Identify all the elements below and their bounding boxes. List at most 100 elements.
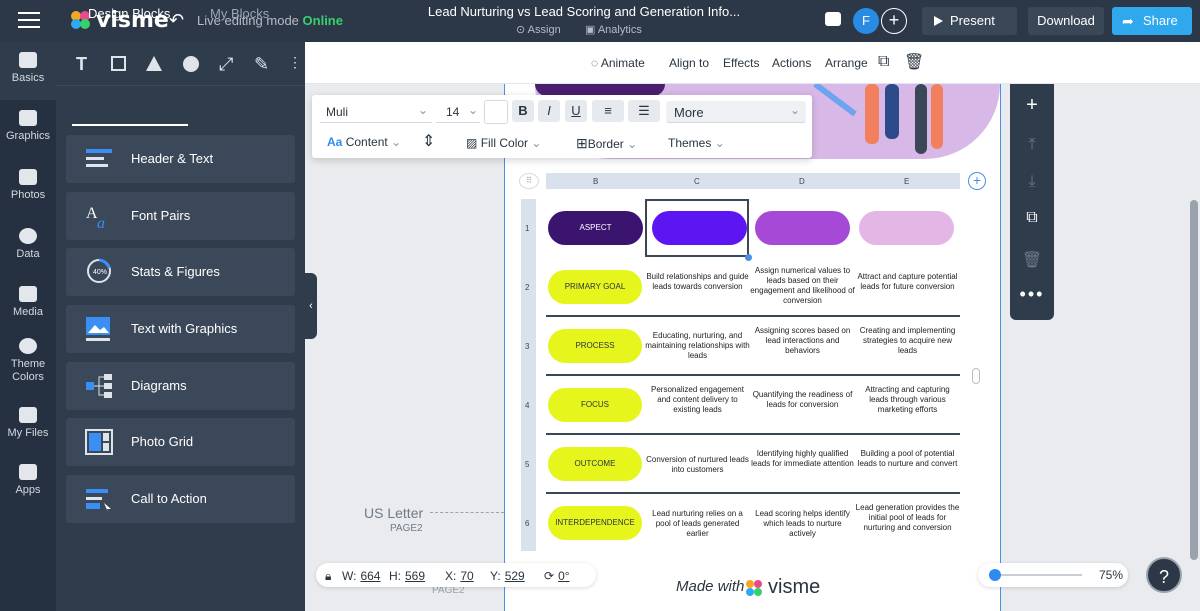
assign-button[interactable]: ⊙ Assign: [516, 23, 561, 36]
menu-icon[interactable]: [18, 12, 40, 28]
aspect-pill[interactable]: FOCUS: [548, 388, 642, 422]
table-cell[interactable]: Build relationships and guide leads towa…: [645, 272, 750, 292]
lock-icon[interactable]: 🔒︎: [325, 569, 331, 584]
table-cell[interactable]: Personalized engagement and content deli…: [645, 385, 750, 415]
table-cell[interactable]: Identifying highly qualified leads for i…: [750, 449, 855, 469]
add-icon[interactable]: +: [1010, 94, 1054, 117]
table-cell[interactable]: Quantifying the readiness of leads for c…: [750, 390, 855, 410]
tab-my-blocks[interactable]: My Blocks: [210, 6, 269, 21]
move-down-icon[interactable]: ⤓: [1010, 173, 1054, 191]
tab-design-blocks[interactable]: Design Blocks: [88, 6, 170, 21]
rail-basics[interactable]: Basics: [0, 42, 56, 100]
avatar[interactable]: F: [853, 8, 879, 34]
y-field[interactable]: Y: 529: [490, 569, 525, 583]
table-cell[interactable]: Educating, nurturing, and maintaining re…: [645, 331, 750, 361]
font-select[interactable]: Muli ⌄: [320, 101, 432, 123]
themes-dropdown[interactable]: Themes ⌄: [668, 136, 725, 150]
rail-data[interactable]: Data: [0, 228, 56, 261]
animate-button[interactable]: ◌ Animate: [591, 56, 645, 70]
zoom-level[interactable]: 75%: [1099, 568, 1123, 582]
duplicate-icon[interactable]: ⧉: [878, 53, 889, 71]
table-cell[interactable]: Conversion of nurtured leads into custom…: [645, 455, 750, 475]
more-options-select[interactable]: More ⌄: [666, 101, 806, 123]
row-header-3[interactable]: 3: [525, 342, 529, 351]
zoom-slider-knob[interactable]: [988, 569, 1001, 581]
block-diagrams[interactable]: Diagrams: [66, 362, 295, 410]
collapse-panel-button[interactable]: ‹: [305, 273, 317, 339]
canvas-scrollbar[interactable]: [1190, 200, 1198, 560]
document-title[interactable]: Lead Nurturing vs Lead Scoring and Gener…: [400, 4, 768, 19]
row-header-2[interactable]: 2: [525, 283, 529, 292]
aspect-header-pill[interactable]: ASPECT: [548, 211, 643, 245]
selected-cell[interactable]: [645, 199, 749, 257]
table-scroll-handle[interactable]: [972, 368, 980, 384]
help-button[interactable]: ?: [1146, 557, 1182, 593]
rail-graphics[interactable]: Graphics: [0, 110, 56, 143]
more-icon[interactable]: •••: [1010, 284, 1054, 305]
table-cell[interactable]: Assign numerical values to leads based o…: [750, 266, 855, 306]
column-header-d[interactable]: D: [799, 177, 805, 186]
line-tool-icon[interactable]: ⤢: [219, 54, 233, 75]
effects-button[interactable]: Effects: [723, 56, 759, 70]
rail-photos[interactable]: Photos: [0, 169, 56, 202]
block-photo-grid[interactable]: Photo Grid: [66, 418, 295, 466]
comment-icon[interactable]: [825, 12, 841, 26]
block-font-pairs[interactable]: Aa Font Pairs: [66, 192, 295, 240]
column-e-header-pill[interactable]: [859, 211, 954, 245]
arrange-button[interactable]: Arrange: [825, 56, 868, 70]
copy-icon[interactable]: ⧉: [1010, 209, 1054, 227]
list-icon[interactable]: ☰: [628, 100, 660, 122]
more-tools-icon[interactable]: ⋮: [288, 54, 302, 71]
circle-tool-icon[interactable]: [183, 56, 199, 72]
table-cell[interactable]: Creating and implementing strategies to …: [855, 326, 960, 356]
table-cell[interactable]: Lead nurturing relies on a pool of leads…: [645, 509, 750, 539]
zoom-slider-track[interactable]: [990, 574, 1082, 576]
rail-my-files[interactable]: My Files: [0, 407, 56, 440]
table-cell[interactable]: Attract and capture potential leads for …: [855, 272, 960, 292]
move-up-icon[interactable]: ⤒: [1010, 136, 1054, 154]
aspect-pill[interactable]: INTERDEPENDENCE: [548, 506, 642, 540]
column-header-b[interactable]: B: [593, 177, 598, 186]
column-header-e[interactable]: E: [904, 177, 909, 186]
border-dropdown[interactable]: ⊞Border ⌄: [576, 135, 637, 152]
row-header-4[interactable]: 4: [525, 401, 529, 410]
actions-button[interactable]: Actions: [772, 56, 811, 70]
line-spacing-icon[interactable]: ⇕: [422, 131, 435, 151]
rail-apps[interactable]: Apps: [0, 464, 56, 497]
height-field[interactable]: H: 569: [389, 569, 425, 583]
table-cell[interactable]: Building a pool of potential leads to nu…: [855, 449, 960, 469]
rotation-field[interactable]: ⟳ 0°: [544, 569, 570, 583]
analytics-button[interactable]: ▣ Analytics: [585, 23, 642, 36]
add-column-button[interactable]: +: [968, 172, 986, 190]
aspect-pill[interactable]: PROCESS: [548, 329, 642, 363]
rail-theme-colors[interactable]: Theme Colors: [0, 338, 56, 384]
delete-icon[interactable]: 🗑: [1010, 250, 1054, 270]
table-cell[interactable]: Assigning scores based on lead interacti…: [750, 326, 855, 356]
text-tool-icon[interactable]: T: [76, 54, 87, 75]
table-cell[interactable]: Lead generation provides the initial poo…: [855, 503, 960, 533]
aspect-pill[interactable]: PRIMARY GOAL: [548, 270, 642, 304]
row-header-5[interactable]: 5: [525, 460, 529, 469]
row-header-bar[interactable]: [521, 199, 536, 551]
block-text-graphics[interactable]: Text with Graphics: [66, 305, 295, 353]
width-field[interactable]: W: 664: [342, 569, 380, 583]
row-header-6[interactable]: 6: [525, 519, 529, 528]
table-cell[interactable]: Lead scoring helps identify which leads …: [750, 509, 855, 539]
bold-button[interactable]: B: [512, 100, 534, 122]
table-cell[interactable]: Attracting and capturing leads through v…: [855, 385, 960, 415]
triangle-tool-icon[interactable]: [146, 56, 162, 71]
rectangle-tool-icon[interactable]: [111, 56, 126, 71]
rail-media[interactable]: Media: [0, 286, 56, 319]
brush-tool-icon[interactable]: ✎: [254, 54, 269, 75]
font-size-select[interactable]: 14 ⌄: [436, 101, 480, 123]
table-drag-handle[interactable]: ⠿: [519, 173, 539, 189]
column-header-bar[interactable]: [546, 173, 960, 189]
align-button[interactable]: Align to: [669, 56, 709, 70]
trash-icon[interactable]: 🗑: [904, 52, 924, 72]
italic-button[interactable]: I: [538, 100, 560, 122]
fill-color-dropdown[interactable]: ▨ Fill Color ⌄: [466, 136, 541, 150]
present-button[interactable]: Present: [922, 7, 1017, 35]
block-call-to-action[interactable]: Call to Action: [66, 475, 295, 523]
block-header-text[interactable]: Header & Text: [66, 135, 295, 183]
aspect-pill[interactable]: OUTCOME: [548, 447, 642, 481]
